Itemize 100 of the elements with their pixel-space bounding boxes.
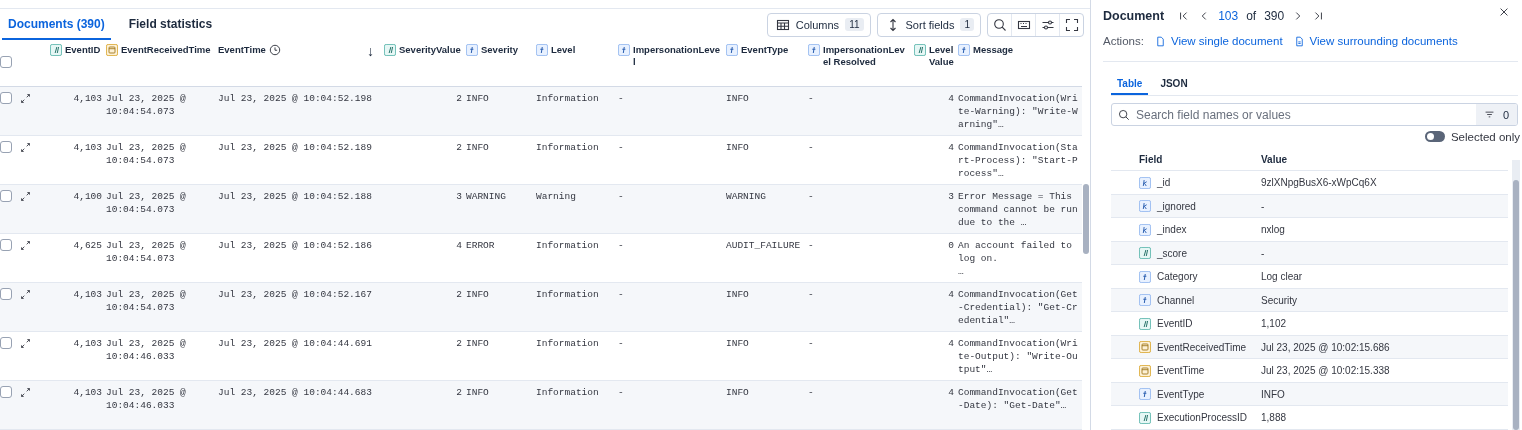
table-cell-text: 2 (455, 386, 463, 399)
table-cell-text: - (617, 190, 625, 203)
field-name: _ignored (1157, 200, 1196, 212)
table-cell-text: 2 (455, 92, 463, 105)
table-cell-text: Jul 23, 2025 @ 10:04:46.033 (105, 386, 187, 412)
number-token-icon (1139, 247, 1151, 260)
expand-icon (20, 240, 31, 251)
checkbox[interactable] (0, 337, 12, 349)
table-cell-text: INFO (725, 386, 750, 399)
document-icon (1154, 35, 1166, 47)
sort-fields-button[interactable]: Sort fields 1 (876, 12, 981, 37)
table-cell-text: Jul 23, 2025 @ 10:04:54.073 (105, 239, 187, 265)
checkbox[interactable] (0, 190, 12, 202)
table-cell-text: - (617, 92, 625, 105)
sort-arrow[interactable]: ↓ (367, 44, 374, 58)
checkbox[interactable] (0, 239, 12, 251)
column-header[interactable]: SeverityValue (384, 44, 461, 56)
table-cell-text: CommandInvocation(Start-Process): "Start-Process"… (957, 141, 1079, 180)
tab[interactable]: Documents (390) (2, 9, 111, 40)
field-value: Security (1261, 294, 1298, 306)
table-cell-text: 4,103 (72, 288, 103, 301)
table-cell-text: - (617, 337, 625, 350)
column-header[interactable]: EventTime (218, 44, 281, 56)
table-cell-text: Jul 23, 2025 @ 10:04:52.188 (217, 190, 373, 203)
tab[interactable]: JSON (1154, 73, 1194, 96)
scrollbar[interactable] (1512, 160, 1520, 430)
text-token-icon (1139, 270, 1151, 283)
table-cell-text: 4 (947, 92, 955, 105)
table-cell-text: Information (535, 141, 600, 154)
text-token-icon (1139, 294, 1151, 307)
column-header[interactable]: Level (536, 44, 576, 56)
current-page: 103 (1218, 8, 1239, 23)
page-total: 390 (1264, 8, 1285, 23)
keyword-token-icon (1139, 200, 1151, 213)
table-cell-text: 0 (947, 239, 955, 252)
search-icon (1118, 108, 1130, 121)
last-page-icon (1312, 9, 1325, 22)
text-token-icon (466, 44, 478, 56)
field-name: ExecutionProcessID (1157, 412, 1248, 424)
tab[interactable]: Table (1111, 73, 1149, 96)
table-cell-text: 4 (947, 288, 955, 301)
checkbox[interactable] (0, 92, 12, 104)
table-cell-text: CommandInvocation(Get-Credential): "Get-Credential"… (957, 288, 1079, 327)
field-value: - (1261, 247, 1265, 259)
table-cell-text: 3 (455, 190, 463, 203)
column-header[interactable]: EventReceivedTime (106, 44, 211, 56)
field-value: INFO (1261, 388, 1285, 400)
table-cell-text: 2 (455, 337, 463, 350)
table-cell-text: - (807, 288, 815, 301)
column-header[interactable]: Message (958, 44, 1014, 56)
clock-icon (268, 44, 281, 56)
text-token-icon (958, 44, 970, 56)
action-link[interactable]: View surrounding documents (1309, 35, 1458, 48)
column-header[interactable]: Severity (466, 44, 518, 56)
tab[interactable]: Field statistics (122, 9, 219, 40)
column-header[interactable]: ImpersonationLevel Resolved (808, 44, 910, 68)
filter-count[interactable]: 0 (1502, 108, 1509, 121)
expand-icon (20, 142, 31, 153)
checkbox[interactable] (0, 141, 12, 153)
table-cell-text: 4 (455, 239, 463, 252)
table-cell-text: - (807, 337, 815, 350)
table-cell-text: Warning (535, 190, 577, 203)
calendar-token-icon (106, 44, 118, 56)
table-cell-text: INFO (725, 288, 750, 301)
table-cell-text: WARNING (465, 190, 507, 203)
toggle-switch[interactable] (1424, 131, 1445, 143)
column-header[interactable]: ImpersonationLevel (618, 44, 722, 68)
checkbox[interactable] (0, 386, 12, 398)
table-cell-text: Information (535, 288, 600, 301)
table-cell-text: Jul 23, 2025 @ 10:04:54.073 (105, 92, 187, 118)
table-cell-text: CommandInvocation(Get-Date): "Get-Date"… (957, 386, 1079, 412)
table-cell-text: Information (535, 386, 600, 399)
columns-button[interactable]: Columns 11 (766, 12, 871, 37)
table-cell-text: 4,103 (72, 92, 103, 105)
field-value: nxlog (1261, 224, 1285, 236)
field-value: Log clear (1261, 271, 1303, 283)
sliders-icon (1040, 17, 1055, 32)
calendar-token-icon (1139, 364, 1151, 377)
column-header[interactable]: EventType (726, 44, 789, 56)
expand-icon (20, 191, 31, 202)
search-field[interactable]: Search field names or values 0 (1111, 103, 1518, 127)
table-cell-text: INFO (465, 386, 490, 399)
table-cell-text: INFO (465, 92, 490, 105)
fullscreen-icon (1064, 17, 1079, 32)
table-cell-text: 4,103 (72, 141, 103, 154)
text-token-icon (618, 44, 630, 56)
table-cell-text: - (807, 239, 815, 252)
checkbox[interactable] (0, 288, 12, 300)
column-header[interactable]: EventID (50, 44, 101, 56)
table-cell-text: - (617, 141, 625, 154)
table-cell-text: AUDIT_FAILURE (725, 239, 802, 252)
field-value: 9zlXNpgBusX6-xWpCq6X (1261, 177, 1377, 189)
table-cell-text: 4 (947, 386, 955, 399)
close-icon (1498, 6, 1510, 18)
table-cell-text: 4,100 (72, 190, 103, 203)
column-header[interactable]: LevelValue (914, 44, 954, 68)
table-cell-text: 2 (455, 141, 463, 154)
checkbox[interactable] (0, 56, 12, 68)
action-link[interactable]: View single document (1170, 35, 1283, 48)
table-cell-text: - (617, 288, 625, 301)
